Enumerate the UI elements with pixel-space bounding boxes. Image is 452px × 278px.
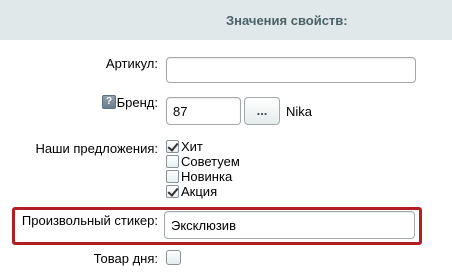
day-product-checkbox[interactable] [166,250,181,265]
brand-select-button[interactable]: ... [244,97,280,125]
checkbox-checked-icon[interactable] [166,140,179,153]
brand-id-input[interactable] [166,97,241,125]
sticker-label: Произвольный стикер: [21,213,158,228]
offer-option-label: Акция [181,184,218,199]
properties-header: Значения свойств: [0,0,452,40]
offer-option-label: Хит [181,139,203,154]
article-label: Артикул: [105,56,158,71]
checkbox-unchecked-icon[interactable] [166,155,179,168]
offers-label: Наши предложения: [35,141,158,156]
day-product-label: Товар дня: [93,251,158,266]
brand-name: Nika [286,104,313,119]
offer-option-label: Новинка [181,169,233,184]
article-input[interactable] [166,57,416,83]
sticker-input[interactable] [164,211,415,239]
properties-title: Значения свойств: [226,13,348,28]
offer-option-label: Советуем [181,154,240,169]
checkbox-checked-icon[interactable] [166,185,179,198]
question-icon[interactable]: ? [102,95,116,109]
checkbox-unchecked-icon[interactable] [166,170,179,183]
brand-label: Бренд: [116,95,158,110]
